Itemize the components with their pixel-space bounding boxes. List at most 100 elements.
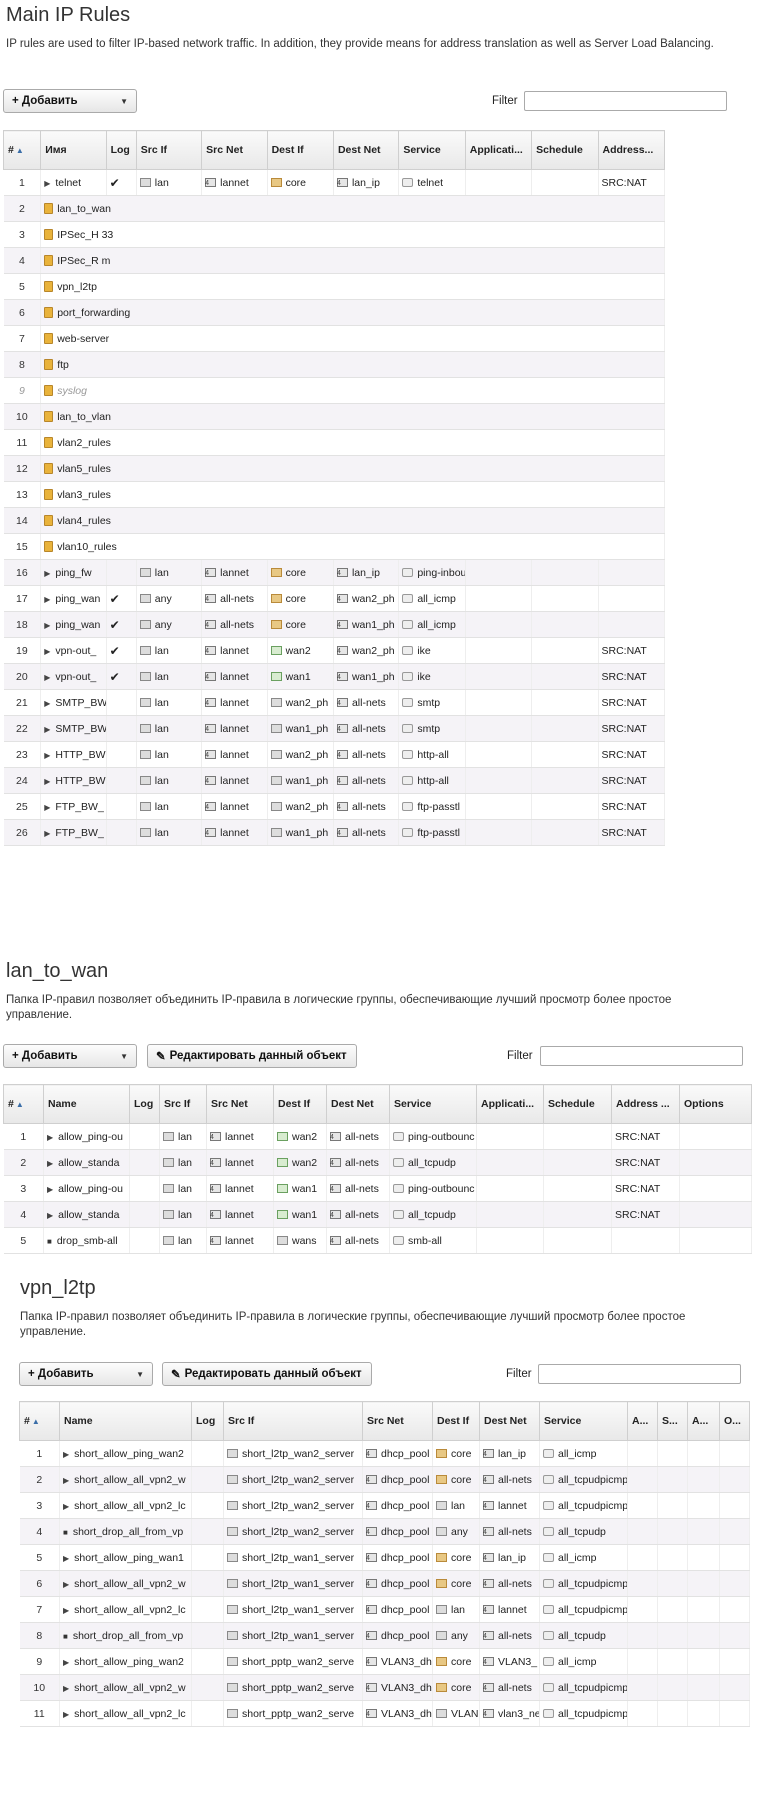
folder-name[interactable]: ftp <box>40 351 665 378</box>
rule-name[interactable]: ▶ vpn-out_ <box>40 663 107 690</box>
rule-row[interactable]: 3▶ allow_ping-ou lan lannet wan1 all-nets ping… <box>3 1175 752 1202</box>
rule-row[interactable]: 26▶ FTP_BW_ lan lannet wan1_ph all-nets ftp-pa… <box>3 819 666 846</box>
folder-row[interactable]: 4 IPSec_R m <box>3 247 665 274</box>
rule-row[interactable]: 8 ■ short_drop_all_from_vp short_l2tp_wan1_… <box>19 1622 750 1649</box>
folder-name[interactable]: IPSec_H 33 <box>40 221 665 248</box>
column-header[interactable]: Service <box>539 1401 628 1441</box>
rule-name[interactable]: ▶ FTP_BW_ <box>40 793 107 820</box>
rule-name[interactable]: ▶ short_allow_all_vpn2_w <box>59 1674 192 1701</box>
folder-name[interactable]: vlan2_rules <box>40 429 665 456</box>
rule-row[interactable]: 24▶ HTTP_BW lan lannet wan1_ph all-nets http-a… <box>3 767 666 794</box>
add-button[interactable]: + Добавить ▼ <box>3 89 137 113</box>
column-header[interactable]: Dest If <box>266 130 334 170</box>
rule-row[interactable]: 20▶ vpn-out_ ✔ lan lannet wan1 wan1_ph ike SRC:N… <box>3 663 666 690</box>
column-header[interactable]: S... <box>657 1401 688 1441</box>
rule-row[interactable]: 5■ drop_smb-all lan lannet wans all-nets smb-a… <box>3 1227 752 1254</box>
column-header[interactable]: Src Net <box>362 1401 433 1441</box>
folder-row[interactable]: 10 lan_to_vlan <box>3 403 665 430</box>
rule-row[interactable]: 3 ▶ short_allow_all_vpn2_lc short_l2tp_wan2… <box>19 1492 750 1519</box>
folder-row[interactable]: 9 syslog <box>3 377 665 404</box>
rule-name[interactable]: ▶ allow_ping-ou <box>43 1123 130 1150</box>
rule-name[interactable]: ▶ SMTP_BW <box>40 689 107 716</box>
rule-row[interactable]: 1▶ allow_ping-ou lan lannet wan2 all-nets ping… <box>3 1123 752 1150</box>
folder-name[interactable]: syslog <box>40 377 665 404</box>
rule-name[interactable]: ▶ short_allow_all_vpn2_lc <box>59 1492 192 1519</box>
rule-name[interactable]: ▶ HTTP_BW <box>40 767 107 794</box>
column-header[interactable]: Name <box>59 1401 192 1441</box>
column-header[interactable]: Address... <box>597 130 666 170</box>
edit-object-button[interactable]: ✎ Редактировать данный объект <box>162 1362 372 1386</box>
folder-name[interactable]: vlan10_rules <box>40 533 665 560</box>
folder-row[interactable]: 5 vpn_l2tp <box>3 273 665 300</box>
rule-name[interactable]: ▶ HTTP_BW <box>40 741 107 768</box>
column-header[interactable]: # ▲ <box>2 130 42 170</box>
rule-row[interactable]: 21▶ SMTP_BW lan lannet wan2_ph all-nets smtp SR… <box>3 689 666 716</box>
column-header[interactable]: Log <box>191 1401 224 1441</box>
folder-row[interactable]: 12 vlan5_rules <box>3 455 665 482</box>
rule-name[interactable]: ▶ short_allow_ping_wan2 <box>59 1440 192 1467</box>
column-header[interactable]: Dest Net <box>332 130 400 170</box>
folder-name[interactable]: vlan4_rules <box>40 507 665 534</box>
rule-name[interactable]: ■ short_drop_all_from_vp <box>59 1622 192 1649</box>
rule-row[interactable]: 23▶ HTTP_BW lan lannet wan2_ph all-nets http-a… <box>3 741 666 768</box>
column-header[interactable]: Dest Net <box>326 1084 390 1124</box>
rule-name[interactable]: ▶ short_allow_all_vpn2_w <box>59 1466 192 1493</box>
rule-row[interactable]: 19▶ vpn-out_ ✔ lan lannet wan2 wan2_ph ike SRC:N… <box>3 637 666 664</box>
folder-name[interactable]: web-server <box>40 325 665 352</box>
rule-name[interactable]: ▶ telnet <box>40 169 107 196</box>
rule-name[interactable]: ▶ short_allow_all_vpn2_lc <box>59 1700 192 1727</box>
column-header[interactable]: A... <box>627 1401 658 1441</box>
rule-row[interactable]: 1 ▶ short_allow_ping_wan2 short_l2tp_wan2_s… <box>19 1440 750 1467</box>
rule-name[interactable]: ▶ short_allow_ping_wan2 <box>59 1648 192 1675</box>
filter-input[interactable] <box>524 91 727 111</box>
folder-row[interactable]: 6 port_forwarding <box>3 299 665 326</box>
rule-name[interactable]: ▶ short_allow_all_vpn2_lc <box>59 1596 192 1623</box>
column-header[interactable]: Schedule <box>531 130 599 170</box>
column-header[interactable]: Options <box>679 1084 752 1124</box>
rule-row[interactable]: 16▶ ping_fw lan lannet core lan_ip ping-inbou <box>3 559 666 586</box>
column-header[interactable]: Src Net <box>201 130 268 170</box>
rule-name[interactable]: ▶ ping_fw <box>40 559 107 586</box>
filter-input[interactable] <box>538 1364 741 1384</box>
rule-row[interactable]: 22▶ SMTP_BW lan lannet wan1_ph all-nets smtp SR… <box>3 715 666 742</box>
rule-row[interactable]: 17▶ ping_wan ✔ any all-nets core wan2_ph all_ic… <box>3 585 666 612</box>
column-header[interactable]: Applicati... <box>464 130 533 170</box>
folder-name[interactable]: vpn_l2tp <box>40 273 665 300</box>
rule-name[interactable]: ▶ vpn-out_ <box>40 637 107 664</box>
folder-name[interactable]: lan_to_vlan <box>40 403 665 430</box>
folder-name[interactable]: lan_to_wan <box>40 195 665 222</box>
column-header[interactable]: Src Net <box>206 1084 274 1124</box>
folder-row[interactable]: 7 web-server <box>3 325 665 352</box>
rule-name[interactable]: ▶ allow_standa <box>43 1149 130 1176</box>
rule-row[interactable]: 2▶ allow_standa lan lannet wan2 all-nets all_t… <box>3 1149 752 1176</box>
rule-row[interactable]: 5 ▶ short_allow_ping_wan1 short_l2tp_wan1_s… <box>19 1544 750 1571</box>
column-header[interactable]: O... <box>719 1401 750 1441</box>
rule-row[interactable]: 11 ▶ short_allow_all_vpn2_lc short_pptp_wan… <box>19 1700 750 1727</box>
rule-name[interactable]: ▶ allow_ping-ou <box>43 1175 130 1202</box>
rule-row[interactable]: 7 ▶ short_allow_all_vpn2_lc short_l2tp_wan1… <box>19 1596 750 1623</box>
add-button[interactable]: + Добавить ▼ <box>19 1362 153 1386</box>
rule-row[interactable]: 4 ■ short_drop_all_from_vp short_l2tp_wan2_… <box>19 1518 750 1545</box>
rule-row[interactable]: 10 ▶ short_allow_all_vpn2_w short_pptp_wan2… <box>19 1674 750 1701</box>
column-header[interactable]: Src If <box>159 1084 207 1124</box>
rule-name[interactable]: ▶ ping_wan <box>40 585 107 612</box>
column-header[interactable]: A... <box>687 1401 720 1441</box>
folder-name[interactable]: vlan3_rules <box>40 481 665 508</box>
folder-row[interactable]: 14 vlan4_rules <box>3 507 665 534</box>
rule-row[interactable]: 2 ▶ short_allow_all_vpn2_w short_l2tp_wan2_… <box>19 1466 750 1493</box>
folder-name[interactable]: vlan5_rules <box>40 455 665 482</box>
rule-name[interactable]: ▶ FTP_BW_ <box>40 819 107 846</box>
column-header[interactable]: Log <box>129 1084 160 1124</box>
rule-name[interactable]: ▶ ping_wan <box>40 611 107 638</box>
folder-row[interactable]: 2 lan_to_wan <box>3 195 665 222</box>
column-header[interactable]: # ▲ <box>3 1084 44 1124</box>
folder-row[interactable]: 11 vlan2_rules <box>3 429 665 456</box>
rule-row[interactable]: 6 ▶ short_allow_all_vpn2_w short_l2tp_wan1_… <box>19 1570 750 1597</box>
folder-name[interactable]: IPSec_R m <box>40 247 665 274</box>
column-header[interactable]: Address ... <box>611 1084 680 1124</box>
folder-row[interactable]: 3 IPSec_H 33 <box>3 221 665 248</box>
column-header[interactable]: Dest If <box>273 1084 327 1124</box>
add-button[interactable]: + Добавить ▼ <box>3 1044 137 1068</box>
column-header[interactable]: Имя <box>40 130 107 170</box>
folder-row[interactable]: 13 vlan3_rules <box>3 481 665 508</box>
